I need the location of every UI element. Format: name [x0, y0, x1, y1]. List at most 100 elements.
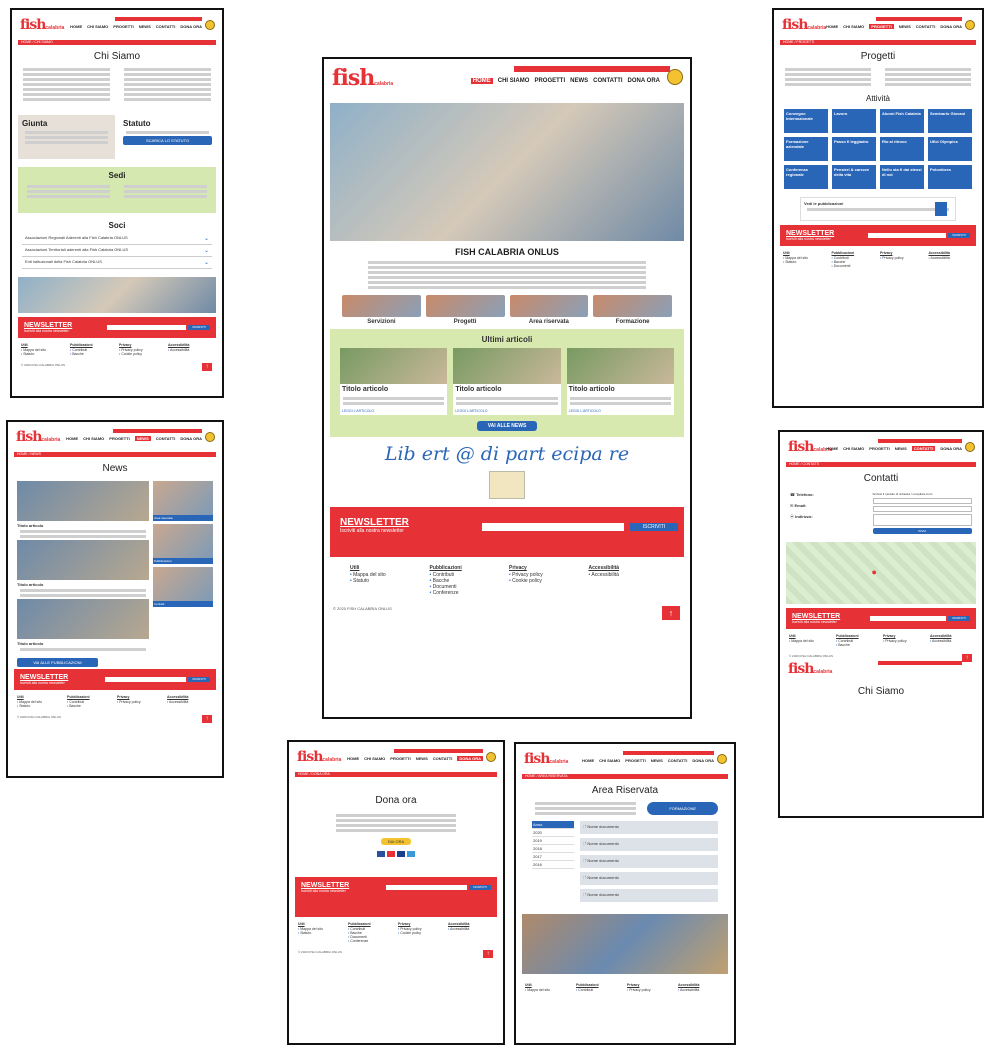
- year-option[interactable]: 2019: [532, 837, 574, 845]
- project-tile[interactable]: Alunni Fish Calabria: [880, 109, 924, 133]
- newsletter-input[interactable]: [105, 677, 186, 682]
- article-card[interactable]: Titolo articolo LEGGI L'ARTICOLO: [453, 348, 561, 415]
- chevron-down-icon: ⌄: [203, 260, 209, 266]
- project-tile[interactable]: Rio al ritrovo: [880, 137, 924, 161]
- logo[interactable]: fishcalabria: [782, 18, 826, 35]
- article-card[interactable]: Titolo articolo LEGGI L'ARTICOLO: [566, 348, 674, 415]
- subscribe-button[interactable]: ISCRIVITI: [188, 677, 210, 682]
- email-field[interactable]: [872, 506, 972, 512]
- back-to-top-button[interactable]: ↑: [202, 715, 212, 723]
- logo[interactable]: fishcalabria: [297, 750, 341, 767]
- newsletter-input[interactable]: [482, 523, 624, 531]
- article-image[interactable]: [17, 540, 149, 580]
- document-item[interactable]: 🗋 Nome documento: [580, 838, 718, 851]
- logo[interactable]: fishcalabria: [20, 18, 64, 35]
- hero-image: [18, 277, 216, 313]
- project-tile[interactable]: Polonibera: [928, 165, 972, 189]
- category-card[interactable]: Formazione: [593, 295, 672, 325]
- accordion-item[interactable]: Associazioni Regionali Aderenti alla Fis…: [22, 233, 212, 245]
- project-tile[interactable]: Conferenza regionale: [784, 165, 828, 189]
- back-to-top-button[interactable]: ↑: [202, 363, 212, 371]
- subscribe-button[interactable]: ISCRIVITI: [630, 523, 678, 531]
- frame-home: fishcalabria HOME CHI SIAMO PROGETTI NEWS CO…: [322, 57, 692, 719]
- article-image[interactable]: [17, 481, 149, 521]
- year-option[interactable]: Anno: [532, 821, 574, 829]
- document-item[interactable]: 🗋 Nome documento: [580, 889, 718, 902]
- year-option[interactable]: 2018: [532, 845, 574, 853]
- newsletter-bar: NEWSLETTER Iscriviti alla nostra newslett…: [18, 317, 216, 338]
- subscribe-button[interactable]: ISCRIVITI: [948, 616, 970, 621]
- visa-icon[interactable]: [397, 851, 405, 857]
- nav-home[interactable]: HOME: [70, 24, 82, 29]
- document-item[interactable]: 🗋 Nome documento: [580, 821, 718, 834]
- logo[interactable]: fishcalabria: [16, 430, 60, 447]
- nav-dona-ora[interactable]: DONA ORA: [180, 24, 202, 29]
- frame-dona: fishcalabria HOME CHI SIAMO PROGETTI NEWS CO…: [287, 740, 505, 1045]
- newsletter-input[interactable]: [106, 325, 186, 330]
- project-tile[interactable]: Ufici Olympics: [928, 137, 972, 161]
- logo[interactable]: fishcalabria: [788, 662, 832, 679]
- project-tile[interactable]: Lavoro: [832, 109, 876, 133]
- nav-chi-siamo[interactable]: CHI SIAMO: [87, 24, 108, 29]
- document-item[interactable]: 🗋 Nome documento: [580, 855, 718, 868]
- side-card[interactable]: Area riservata: [153, 481, 213, 521]
- seal-icon: [965, 442, 975, 452]
- year-option[interactable]: 2016: [532, 861, 574, 869]
- year-option[interactable]: 2017: [532, 853, 574, 861]
- newsletter-input[interactable]: [870, 616, 946, 621]
- subscribe-button[interactable]: ISCRIVITI: [469, 885, 491, 890]
- message-field[interactable]: [872, 514, 972, 526]
- newsletter-bar: NEWSLETTER Iscriviti alla nostra newslett…: [295, 877, 497, 917]
- project-tile[interactable]: Convegno internazionale: [784, 109, 828, 133]
- card-icon[interactable]: [387, 851, 395, 857]
- emblem-icon: [489, 471, 525, 499]
- send-button[interactable]: INVIA: [872, 528, 972, 534]
- category-card[interactable]: Progetti: [425, 295, 505, 325]
- logo[interactable]: fishcalabria: [524, 752, 568, 769]
- publications-card[interactable]: Vedi le pubblicazioni: [800, 197, 956, 221]
- article-title[interactable]: Titolo articolo: [17, 523, 149, 528]
- formazione-button[interactable]: FORMAZIONE: [647, 802, 718, 815]
- newsletter-input[interactable]: [386, 885, 467, 890]
- bank-icon[interactable]: [407, 851, 415, 857]
- project-tile[interactable]: Seminario Giovani: [928, 109, 972, 133]
- giunta-title: Giunta: [22, 119, 48, 128]
- donate-button[interactable]: DAI ORA: [381, 838, 411, 845]
- nav-progetti[interactable]: PROGETTI: [113, 24, 133, 29]
- newsletter-input[interactable]: [867, 233, 946, 238]
- document-item[interactable]: 🗋 Nome documento: [580, 872, 718, 885]
- side-card[interactable]: Contatti: [153, 567, 213, 607]
- side-card[interactable]: Pubblicazioni: [153, 524, 213, 564]
- attivita-title: Attività: [865, 94, 890, 103]
- mail-icon: ✉: [790, 503, 794, 508]
- back-to-top-button[interactable]: ↑: [662, 606, 680, 620]
- article-title[interactable]: Titolo articolo: [17, 582, 149, 587]
- page-title: Dona ora: [375, 795, 417, 806]
- article-image[interactable]: [17, 599, 149, 639]
- subscribe-button[interactable]: ISCRIVITI: [948, 233, 970, 238]
- more-publications-button[interactable]: VAI ALLE PUBBLICAZIONI: [17, 658, 98, 667]
- project-tile[interactable]: Formazione aziendale: [784, 137, 828, 161]
- article-title[interactable]: Titolo articolo: [17, 641, 149, 646]
- chevron-down-icon: ⌄: [203, 236, 209, 242]
- subscribe-button[interactable]: ISCRIVITI: [188, 325, 210, 330]
- all-news-button[interactable]: VAI ALLE NEWS: [477, 421, 537, 431]
- accordion-item[interactable]: Associazioni Territoriali aderenti alla …: [22, 245, 212, 257]
- logo[interactable]: fishcalabria: [332, 67, 393, 95]
- project-tile[interactable]: Nello sta fi dai stessi di noi: [880, 165, 924, 189]
- map[interactable]: ●: [786, 542, 976, 604]
- category-card[interactable]: Servizioni: [342, 295, 421, 325]
- project-tile[interactable]: Passo fi leggiadro: [832, 137, 876, 161]
- download-statuto-button[interactable]: SCARICA LO STATUTO: [123, 136, 212, 145]
- category-card[interactable]: Area riservata: [509, 295, 589, 325]
- year-option[interactable]: 2020: [532, 829, 574, 837]
- nav-news[interactable]: NEWS: [139, 24, 151, 29]
- name-field[interactable]: [872, 498, 972, 504]
- back-to-top-button[interactable]: ↑: [483, 950, 493, 958]
- nav-contatti[interactable]: CONTATTI: [156, 24, 176, 29]
- article-card[interactable]: Titolo articolo LEGGI L'ARTICOLO: [340, 348, 448, 415]
- project-tile[interactable]: Pensieri & carezze della vita: [832, 165, 876, 189]
- paypal-icon[interactable]: [377, 851, 385, 857]
- accordion-item[interactable]: Enti Istituzionali della Fish Calabria O…: [22, 257, 212, 269]
- hero-image: [330, 103, 684, 241]
